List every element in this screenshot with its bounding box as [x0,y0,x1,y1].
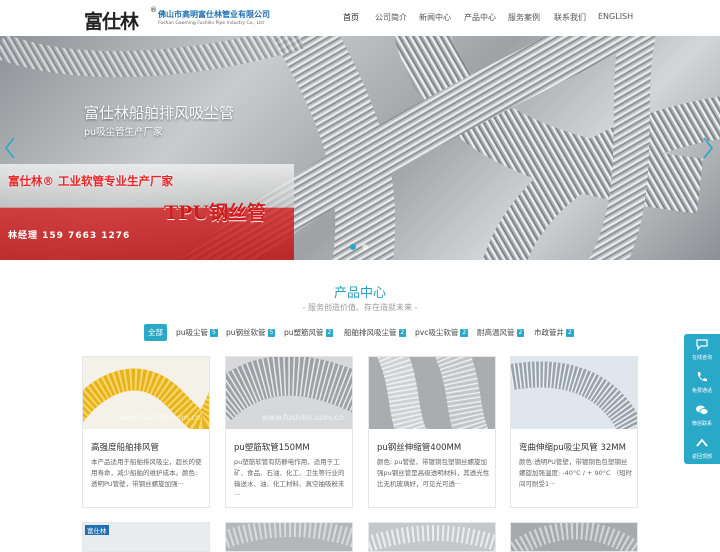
watermark: www.fushilin.com.cn [119,413,201,422]
section-subtitle: - 服务创造价值、存在造就未来 - [302,303,418,312]
banner-subtitle: pu吸尘管生产厂家 [84,127,163,138]
product-desc: 颜色:透明PU管壁，带镀铜色包塑钢丝螺旋加强温度: -40°C / + 90°C… [519,458,633,488]
tab-label: 市政管井 [534,328,564,337]
product-title[interactable]: 高强度船舶排风管 [91,441,159,453]
chat-icon [696,339,708,351]
card-logo-label: 富仕林 [85,525,109,535]
wechat-button[interactable]: 微信联系 [684,400,720,432]
tab-count-badge: 2 [398,329,407,337]
tab-pu-dust-hose[interactable]: pu吸尘管 5 [172,324,222,341]
float-label: 微信联系 [691,421,712,427]
product-card[interactable] [225,522,353,552]
section-title: 产品中心 [333,286,386,301]
product-image [369,357,495,429]
watermark: www.fushilin.com.cn [262,413,344,422]
product-image [369,523,495,551]
nav-item-home[interactable]: 首页 [343,12,359,23]
tab-municipal-well[interactable]: 市政管井 2 [530,324,578,341]
tab-count-badge: 2 [325,329,334,337]
tab-label: pu吸尘管 [176,328,209,337]
float-label: 返回顶部 [691,454,712,460]
online-consult-button[interactable]: 在线咨询 [684,334,720,366]
tab-count-badge: 2 [516,329,525,337]
product-image [511,357,637,429]
tab-pu-steel-wire-hose[interactable]: pu钢丝软管 5 [222,324,279,341]
product-card[interactable] [368,522,496,552]
float-label: 在线咨询 [691,355,712,361]
chevron-up-icon [696,438,708,447]
phone-icon [697,372,707,382]
tab-count-badge: 5 [267,329,276,337]
chevron-left-icon[interactable] [4,136,16,160]
tab-count-badge: 5 [210,329,218,337]
free-call-button[interactable]: 免费通话 [684,367,720,399]
nav-item-products[interactable]: 产品中心 [464,12,496,23]
nav-item-news[interactable]: 新闻中心 [419,12,451,23]
product-card[interactable]: www.fushilin.com.cn 高强度船舶排风管 本产品适用于船舶排风吸… [82,356,210,508]
hero-banner: 富仕林船舶排风吸尘管 pu吸尘管生产厂家 富仕林® 工业软管专业生产厂家 TPU… [0,36,720,260]
tab-label: 船舶排风吸尘管 [344,328,397,337]
chevron-right-icon[interactable] [702,136,714,160]
float-label: 免费通话 [691,388,712,394]
product-title[interactable]: 弯曲伸缩pu吸尘风管 32MM [519,441,626,453]
back-to-top-button[interactable]: 返回顶部 [684,433,720,465]
slide-dot[interactable] [350,244,356,250]
tab-pu-rib-duct[interactable]: pu塑筋风管 2 [280,324,337,341]
nav-item-about[interactable]: 公司简介 [375,12,407,23]
tab-high-temp-duct[interactable]: 耐高温风管 2 [473,324,528,341]
ad-slogan: 富仕林® 工业软管专业生产厂家 [8,174,174,188]
ad-phone: 林经理 159 7663 1276 [8,231,131,241]
tab-pvc-dust-hose[interactable]: pvc吸尘软管 2 [411,324,472,341]
product-title[interactable]: pu塑筋软管150MM [234,441,310,453]
wechat-icon [696,405,709,415]
site-header: 富仕林 ® 佛山市高明富仕林管业有限公司 Foshan Gaoming Fush… [0,0,720,36]
product-card[interactable]: www.fushilin.com.cn pu塑筋软管150MM pu塑筋软管有防… [225,356,353,508]
nav-item-english[interactable]: ENGLISH [598,12,633,21]
product-image: www.fushilin.com.cn [83,357,209,429]
product-card[interactable]: pu钢丝伸缩管400MM 颜色: pu管壁，带镀铜包塑钢丝螺旋加强pu钢丝管是高… [368,356,496,508]
product-desc: pu塑筋软管有防静电作用，适用于工矿、食品、石油、化工、卫生等行业的输送水、油、… [234,458,345,499]
tab-marine-exhaust-hose[interactable]: 船舶排风吸尘管 2 [340,324,410,341]
product-image [511,523,637,551]
tab-count-badge: 2 [460,329,469,337]
nav-item-contact[interactable]: 联系我们 [554,12,586,23]
banner-title: 富仕林船舶排风吸尘管 [84,104,235,122]
tab-all[interactable]: 全部 [144,324,167,341]
product-desc: 颜色: pu管壁，带镀铜包塑钢丝螺旋加强pu钢丝管是高级透明材料，其透光性比无机… [377,458,490,488]
product-desc: 本产品适用于船舶排风吸尘，超长的使用寿命，减少船舶的维护成本。颜色: 透明PU管… [91,458,202,488]
slide-indicator [350,244,374,252]
product-card[interactable]: 弯曲伸缩pu吸尘风管 32MM 颜色:透明PU管壁，带镀铜色包塑钢丝螺旋加强温度… [510,356,638,508]
nav-item-cases[interactable]: 服务案例 [508,12,540,23]
product-card[interactable]: 富仕林 [82,522,210,552]
tab-count-badge: 2 [566,329,574,337]
banner-ad-panel: 富仕林® 工业软管专业生产厂家 TPU钢丝管 林经理 159 7663 1276 [0,164,294,260]
tab-label: 全部 [148,328,163,337]
tab-label: pu塑筋风管 [284,328,324,337]
product-image: www.fushilin.com.cn [226,357,352,429]
floating-contact-bar: 在线咨询 免费通话 微信联系 返回顶部 [684,334,720,464]
tab-label: pu钢丝软管 [226,328,266,337]
product-card[interactable] [510,522,638,552]
product-tabs: 全部 pu吸尘管 5 pu钢丝软管 5 pu塑筋风管 2 船舶排风吸尘管 2 pvc吸尘… [0,324,720,342]
slide-dot[interactable] [362,244,368,250]
product-title[interactable]: pu钢丝伸缩管400MM [377,441,461,453]
main-nav: 首页 公司简介 新闻中心 产品中心 服务案例 联系我们 ENGLISH [0,12,720,26]
product-image [226,523,352,551]
tab-label: pvc吸尘软管 [415,328,459,337]
tab-label: 耐高温风管 [477,328,515,337]
ad-product: TPU钢丝管 [164,202,266,224]
